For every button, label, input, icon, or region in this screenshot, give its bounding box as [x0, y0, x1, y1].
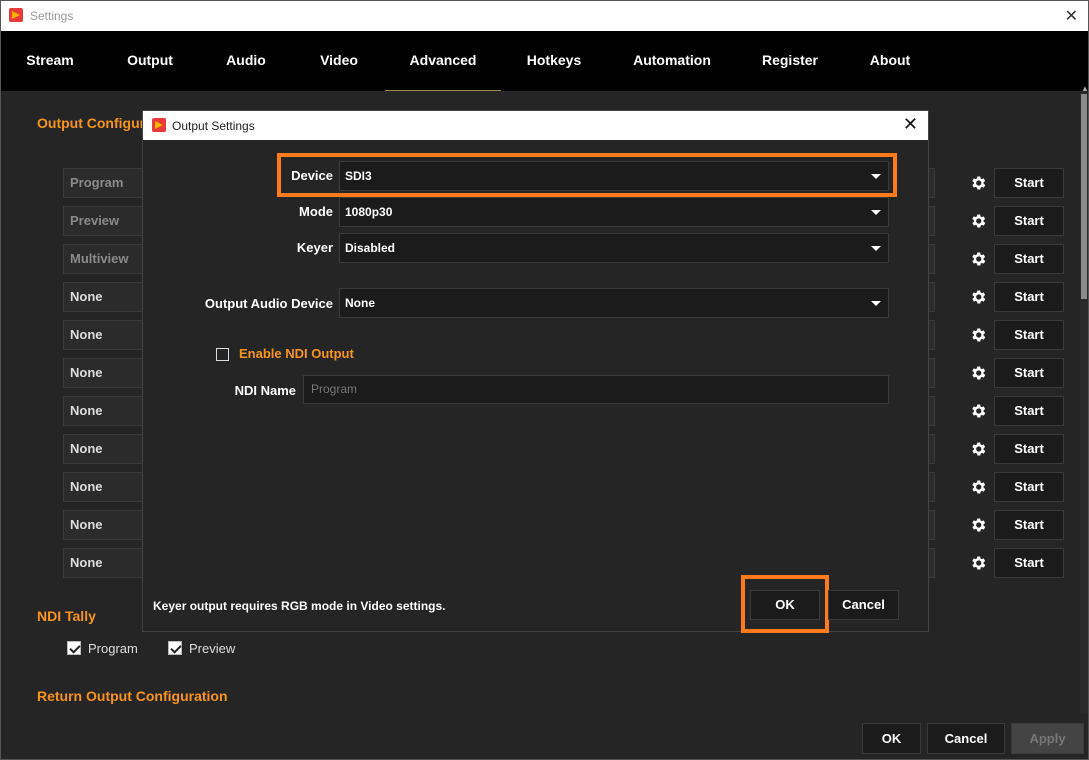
gear-icon[interactable] — [969, 440, 987, 458]
settings-window: Settings ✕ Stream Output Audio Video Adv… — [0, 0, 1089, 760]
ok-button[interactable]: OK — [862, 723, 921, 754]
gear-icon[interactable] — [969, 212, 987, 230]
gear-icon[interactable] — [969, 250, 987, 268]
tab-automation[interactable]: Automation — [627, 31, 717, 91]
tab-register[interactable]: Register — [755, 31, 825, 91]
keyer-select[interactable]: Disabled — [339, 233, 889, 263]
device-select[interactable]: SDI3 — [339, 161, 889, 191]
start-button[interactable]: Start — [994, 244, 1064, 274]
output-audio-label: Output Audio Device — [204, 296, 333, 311]
scrollbar[interactable]: ▲ — [1080, 84, 1089, 714]
gear-icon[interactable] — [969, 402, 987, 420]
gear-icon[interactable] — [969, 326, 987, 344]
output-source-select[interactable]: Multiview — [63, 244, 153, 274]
output-source-select[interactable]: None — [63, 358, 153, 388]
tab-audio[interactable]: Audio — [211, 31, 281, 91]
dialog-title-bar: Output Settings ✕ — [143, 111, 928, 140]
start-button[interactable]: Start — [994, 358, 1064, 388]
output-source-select[interactable]: None — [63, 510, 153, 540]
output-audio-select[interactable]: None — [339, 288, 889, 318]
dialog-close-icon[interactable]: ✕ — [903, 114, 918, 135]
chevron-down-icon — [871, 174, 881, 179]
output-source-select[interactable]: None — [63, 282, 153, 312]
output-config-title: Output Configura — [37, 115, 153, 131]
keyer-label: Keyer — [296, 240, 333, 255]
start-button[interactable]: Start — [994, 168, 1064, 198]
keyer-note: Keyer output requires RGB mode in Video … — [153, 599, 446, 613]
app-logo-icon — [152, 118, 166, 132]
output-source-select[interactable]: None — [63, 434, 153, 464]
gear-icon[interactable] — [969, 288, 987, 306]
app-logo-icon — [9, 8, 23, 22]
mode-label: Mode — [299, 204, 333, 219]
tally-program-checkbox[interactable] — [67, 641, 81, 655]
start-button[interactable]: Start — [994, 548, 1064, 578]
start-button[interactable]: Start — [994, 472, 1064, 502]
return-output-title: Return Output Configuration — [37, 688, 228, 704]
gear-icon[interactable] — [969, 174, 987, 192]
start-button[interactable]: Start — [994, 282, 1064, 312]
chevron-down-icon — [871, 246, 881, 251]
ndi-name-input[interactable]: Program — [303, 375, 889, 404]
mode-value: 1080p30 — [345, 205, 393, 219]
cancel-button[interactable]: Cancel — [927, 723, 1005, 754]
tally-preview-checkbox[interactable] — [168, 641, 182, 655]
output-source-select[interactable]: None — [63, 396, 153, 426]
tab-about[interactable]: About — [855, 31, 925, 91]
dialog-cancel-button[interactable]: Cancel — [828, 590, 899, 620]
dialog-ok-button[interactable]: OK — [750, 590, 820, 620]
output-source-select[interactable]: Program — [63, 168, 153, 198]
tab-hotkeys[interactable]: Hotkeys — [519, 31, 589, 91]
gear-icon[interactable] — [969, 364, 987, 382]
start-button[interactable]: Start — [994, 510, 1064, 540]
mode-select[interactable]: 1080p30 — [339, 197, 889, 227]
ndi-name-label: NDI Name — [234, 383, 296, 398]
enable-ndi-checkbox[interactable] — [216, 348, 229, 361]
enable-ndi-label: Enable NDI Output — [239, 346, 354, 361]
close-icon[interactable]: ✕ — [1065, 6, 1078, 26]
scroll-up-icon[interactable]: ▲ — [1081, 84, 1089, 93]
output-source-select[interactable]: None — [63, 472, 153, 502]
output-settings-dialog: Output Settings ✕ Device SDI3 Mode 1080p… — [142, 110, 929, 633]
device-value: SDI3 — [345, 169, 372, 183]
chevron-down-icon — [871, 210, 881, 215]
window-title: Settings — [30, 9, 74, 23]
tab-advanced[interactable]: Advanced — [385, 31, 501, 91]
tab-output[interactable]: Output — [115, 31, 185, 91]
device-label: Device — [291, 168, 333, 183]
start-button[interactable]: Start — [994, 396, 1064, 426]
output-source-select[interactable]: None — [63, 548, 153, 578]
tally-program-label: Program — [88, 641, 138, 656]
output-source-select[interactable]: None — [63, 320, 153, 350]
start-button[interactable]: Start — [994, 434, 1064, 464]
tab-bar: Stream Output Audio Video Advanced Hotke… — [1, 31, 1088, 91]
apply-button[interactable]: Apply — [1011, 723, 1084, 754]
start-button[interactable]: Start — [994, 206, 1064, 236]
title-bar: Settings ✕ — [1, 1, 1088, 31]
chevron-down-icon — [871, 301, 881, 306]
scrollbar-thumb[interactable] — [1081, 94, 1087, 299]
dialog-title: Output Settings — [172, 119, 255, 133]
tab-stream[interactable]: Stream — [15, 31, 85, 91]
tab-video[interactable]: Video — [304, 31, 374, 91]
output-source-select[interactable]: Preview — [63, 206, 153, 236]
ndi-tally-title: NDI Tally — [37, 608, 96, 624]
output-audio-value: None — [345, 296, 375, 310]
keyer-value: Disabled — [345, 241, 396, 255]
gear-icon[interactable] — [969, 478, 987, 496]
start-button[interactable]: Start — [994, 320, 1064, 350]
tally-preview-label: Preview — [189, 641, 236, 656]
gear-icon[interactable] — [969, 554, 987, 572]
gear-icon[interactable] — [969, 516, 987, 534]
